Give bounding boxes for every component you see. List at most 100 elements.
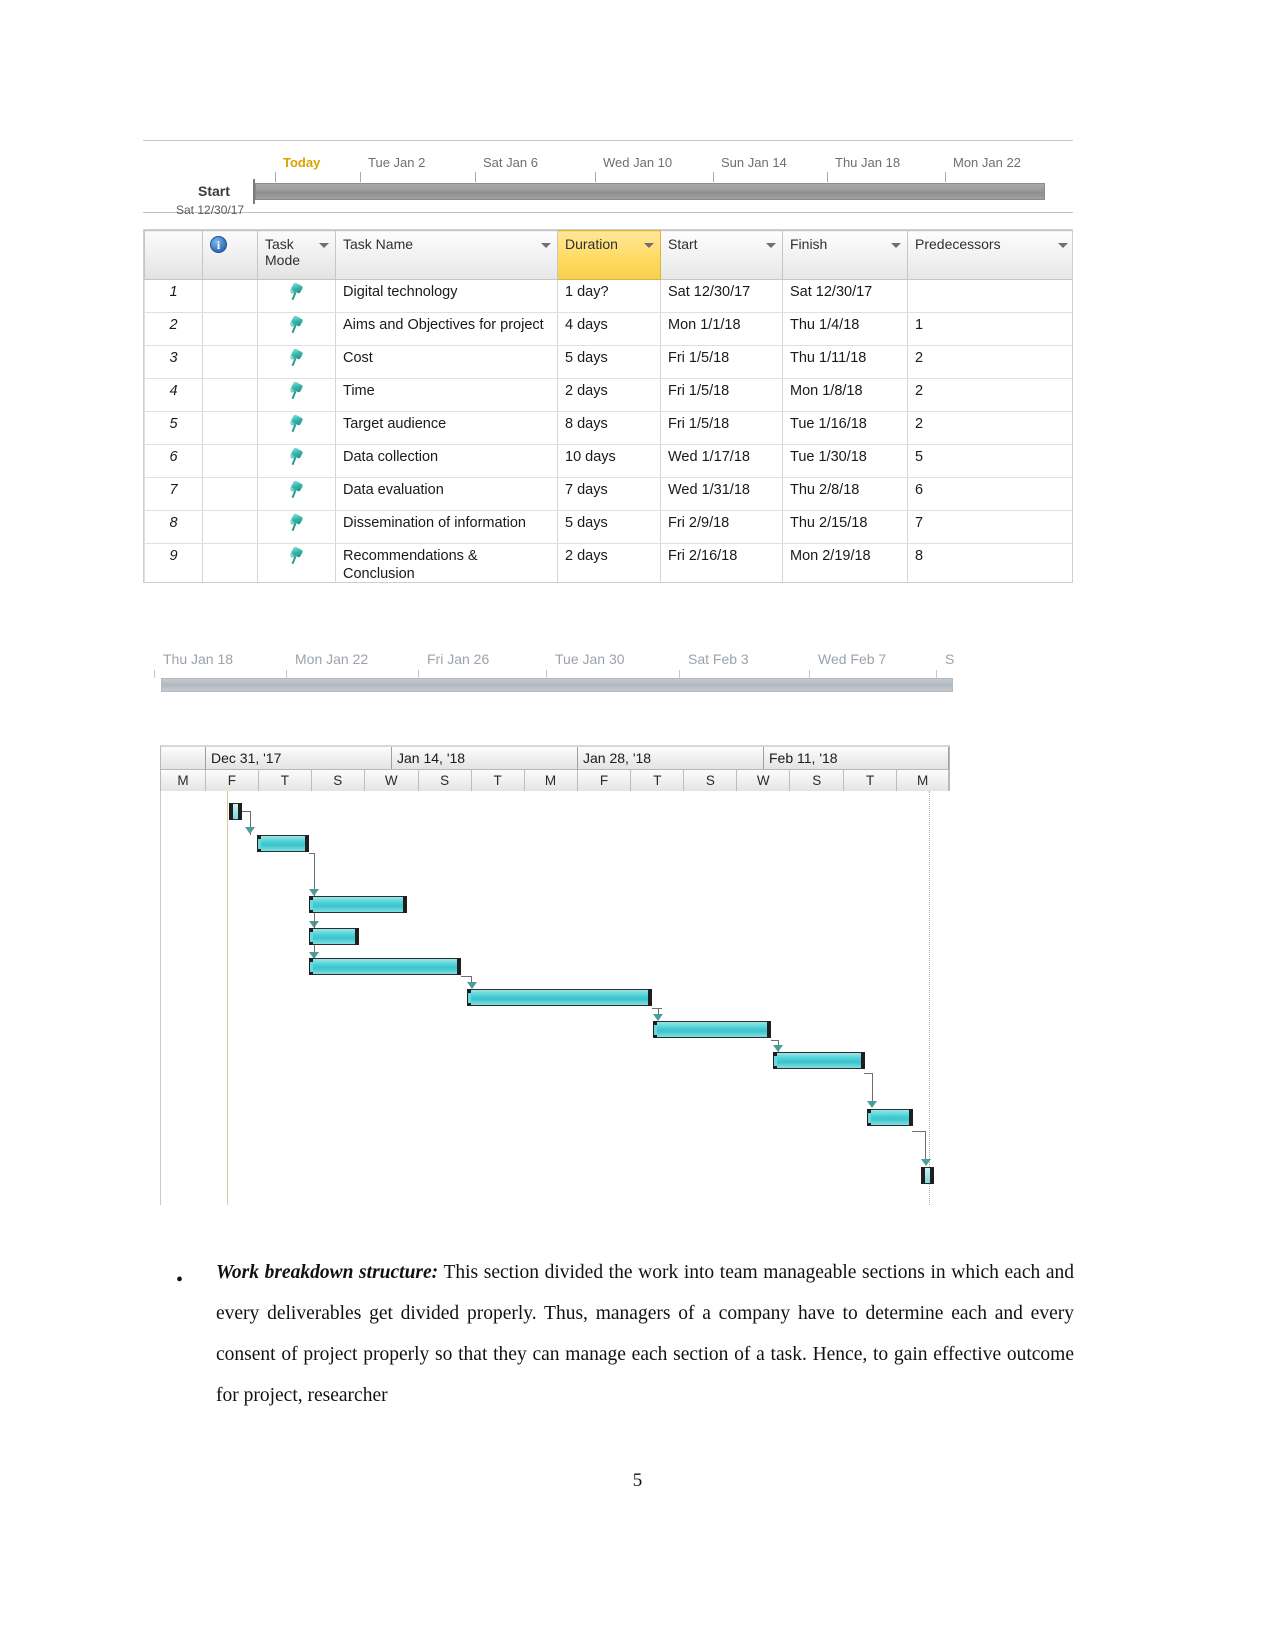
row-predecessors[interactable]: 7 <box>907 510 1072 544</box>
gantt-bar-execution-of-project[interactable] <box>921 1167 934 1184</box>
row-duration[interactable]: 1 day? <box>557 279 661 313</box>
chevron-down-icon[interactable] <box>766 243 776 248</box>
row-indicator[interactable] <box>202 279 258 313</box>
row-start[interactable]: Wed 1/17/18 <box>660 444 783 478</box>
row-task-mode[interactable] <box>257 542 336 582</box>
row-task-mode[interactable] <box>257 510 336 544</box>
row-number[interactable]: 1 <box>144 279 203 313</box>
row-finish[interactable]: Mon 1/8/18 <box>782 378 908 412</box>
row-task-name[interactable]: Recommendations & Conclusion <box>335 542 558 582</box>
row-predecessors[interactable] <box>907 279 1072 313</box>
row-task-name[interactable]: Data collection <box>335 444 558 478</box>
row-start[interactable]: Mon 1/1/18 <box>660 312 783 346</box>
chevron-down-icon[interactable] <box>1058 243 1068 248</box>
row-predecessors[interactable]: 2 <box>907 378 1072 412</box>
gantt-bar-recommendations-conclusion[interactable] <box>867 1109 913 1126</box>
row-task-mode[interactable] <box>257 312 336 346</box>
row-task-mode[interactable] <box>257 477 336 511</box>
row-task-name[interactable]: Target audience <box>335 411 558 445</box>
row-duration[interactable]: 10 days <box>557 444 661 478</box>
row-task-name[interactable]: Time <box>335 378 558 412</box>
gantt-bar-dissemination-of-information[interactable] <box>773 1052 865 1069</box>
row-indicator[interactable] <box>202 477 258 511</box>
row-start[interactable]: Fri 2/9/18 <box>660 510 783 544</box>
column-header-task-mode[interactable]: Task Mode <box>257 230 336 280</box>
row-duration[interactable]: 2 days <box>557 378 661 412</box>
row-predecessors[interactable]: 5 <box>907 444 1072 478</box>
gantt-bar-data-evaluation[interactable] <box>653 1021 771 1038</box>
column-header-start[interactable]: Start <box>660 230 783 280</box>
table-row[interactable]: 9 Recommendations & Conclusion 2 days Fr… <box>144 542 1072 582</box>
row-indicator[interactable] <box>202 378 258 412</box>
row-finish[interactable]: Thu 2/8/18 <box>782 477 908 511</box>
row-task-name[interactable]: Digital technology <box>335 279 558 313</box>
row-indicator[interactable] <box>202 312 258 346</box>
row-task-mode[interactable] <box>257 411 336 445</box>
row-task-mode[interactable] <box>257 444 336 478</box>
row-start[interactable]: Fri 1/5/18 <box>660 345 783 379</box>
row-indicator[interactable] <box>202 542 258 582</box>
row-number[interactable]: 7 <box>144 477 203 511</box>
row-indicator[interactable] <box>202 411 258 445</box>
row-duration[interactable]: 5 days <box>557 510 661 544</box>
row-finish[interactable]: Sat 12/30/17 <box>782 279 908 313</box>
gantt-bar-target-audience[interactable] <box>309 958 461 975</box>
chevron-down-icon[interactable] <box>891 243 901 248</box>
row-duration[interactable]: 8 days <box>557 411 661 445</box>
row-indicator[interactable] <box>202 345 258 379</box>
row-number[interactable]: 4 <box>144 378 203 412</box>
row-finish[interactable]: Mon 2/19/18 <box>782 542 908 582</box>
table-row[interactable]: 7 Data evaluation 7 days Wed 1/31/18 Thu… <box>144 477 1072 511</box>
row-finish[interactable]: Thu 2/15/18 <box>782 510 908 544</box>
row-number[interactable]: 5 <box>144 411 203 445</box>
chevron-down-icon[interactable] <box>319 243 329 248</box>
row-predecessors[interactable]: 8 <box>907 542 1072 582</box>
row-indicator[interactable] <box>202 510 258 544</box>
row-task-mode[interactable] <box>257 345 336 379</box>
row-start[interactable]: Sat 12/30/17 <box>660 279 783 313</box>
row-number[interactable]: 2 <box>144 312 203 346</box>
row-duration[interactable]: 5 days <box>557 345 661 379</box>
row-number[interactable]: 9 <box>144 542 203 582</box>
row-start[interactable]: Fri 2/16/18 <box>660 542 783 582</box>
column-header-rownum[interactable] <box>144 230 203 280</box>
row-start[interactable]: Fri 1/5/18 <box>660 411 783 445</box>
gantt-bar-digital-technology[interactable] <box>229 803 242 820</box>
row-start[interactable]: Fri 1/5/18 <box>660 378 783 412</box>
table-row[interactable]: 4 Time 2 days Fri 1/5/18 Mon 1/8/18 2 <box>144 378 1072 412</box>
row-duration[interactable]: 4 days <box>557 312 661 346</box>
row-task-name[interactable]: Cost <box>335 345 558 379</box>
gantt-bar-time[interactable] <box>309 928 359 945</box>
column-header-predecessors[interactable]: Predecessors <box>907 230 1072 280</box>
row-number[interactable]: 8 <box>144 510 203 544</box>
table-row[interactable]: 2 Aims and Objectives for project 4 days… <box>144 312 1072 346</box>
table-row[interactable]: 6 Data collection 10 days Wed 1/17/18 Tu… <box>144 444 1072 478</box>
row-task-mode[interactable] <box>257 378 336 412</box>
row-task-name[interactable]: Data evaluation <box>335 477 558 511</box>
row-number[interactable]: 3 <box>144 345 203 379</box>
row-finish[interactable]: Thu 1/11/18 <box>782 345 908 379</box>
chevron-down-icon[interactable] <box>644 243 654 248</box>
column-header-duration[interactable]: Duration <box>557 230 661 280</box>
column-header-finish[interactable]: Finish <box>782 230 908 280</box>
table-row[interactable]: 5 Target audience 8 days Fri 1/5/18 Tue … <box>144 411 1072 445</box>
row-predecessors[interactable]: 1 <box>907 312 1072 346</box>
gantt-bar-data-collection[interactable] <box>467 989 652 1006</box>
row-finish[interactable]: Tue 1/16/18 <box>782 411 908 445</box>
row-duration[interactable]: 7 days <box>557 477 661 511</box>
gantt-bar-cost[interactable] <box>309 896 407 913</box>
row-number[interactable]: 6 <box>144 444 203 478</box>
table-row[interactable]: 3 Cost 5 days Fri 1/5/18 Thu 1/11/18 2 <box>144 345 1072 379</box>
row-predecessors[interactable]: 6 <box>907 477 1072 511</box>
table-row[interactable]: 8 Dissemination of information 5 days Fr… <box>144 510 1072 544</box>
column-header-indicators[interactable]: i <box>202 230 258 280</box>
row-indicator[interactable] <box>202 444 258 478</box>
gantt-bar-aims-and-objectives[interactable] <box>257 835 309 852</box>
row-predecessors[interactable]: 2 <box>907 411 1072 445</box>
row-start[interactable]: Wed 1/31/18 <box>660 477 783 511</box>
row-task-mode[interactable] <box>257 279 336 313</box>
row-task-name[interactable]: Aims and Objectives for project <box>335 312 558 346</box>
row-duration[interactable]: 2 days <box>557 542 661 582</box>
row-task-name[interactable]: Dissemination of information <box>335 510 558 544</box>
row-predecessors[interactable]: 2 <box>907 345 1072 379</box>
